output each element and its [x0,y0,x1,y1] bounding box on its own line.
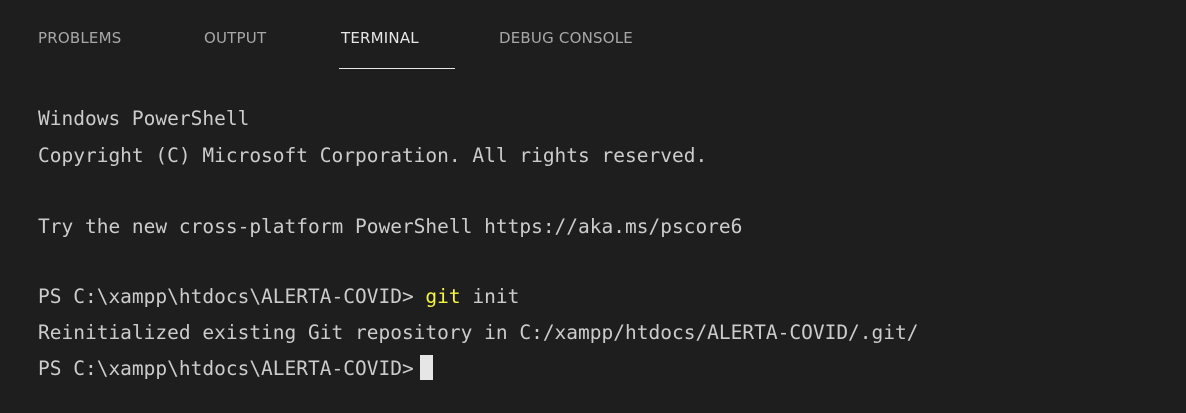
tab-terminal[interactable]: TERMINAL [341,26,419,50]
terminal-command-keyword: git [425,285,461,308]
active-tab-indicator [339,68,455,69]
terminal-prompt-current: PS C:\xampp\htdocs\ALERTA-COVID> [38,357,414,380]
panel-tab-bar: PROBLEMS OUTPUT TERMINAL DEBUG CONSOLE [0,0,1186,78]
terminal-output-line: Reinitialized existing Git repository in… [38,321,919,344]
tab-problems[interactable]: PROBLEMS [38,26,121,50]
terminal-banner-copyright: Copyright (C) Microsoft Corporation. All… [38,144,708,167]
terminal-current-prompt-line: PS C:\xampp\htdocs\ALERTA-COVID> [38,354,433,384]
terminal-banner-pscore: Try the new cross-platform PowerShell ht… [38,215,743,238]
tab-debug-console[interactable]: DEBUG CONSOLE [499,26,633,50]
tab-output[interactable]: OUTPUT [204,26,266,50]
terminal-command-args: init [460,285,520,308]
terminal-cursor [419,355,433,380]
terminal-prompt: PS C:\xampp\htdocs\ALERTA-COVID> [38,285,426,308]
terminal-banner-title: Windows PowerShell [38,107,250,130]
terminal-output[interactable]: Windows PowerShell Copyright (C) Microso… [0,78,1186,413]
terminal-panel: PROBLEMS OUTPUT TERMINAL DEBUG CONSOLE W… [0,0,1186,413]
terminal-command-line: PS C:\xampp\htdocs\ALERTA-COVID> git ini… [38,282,519,312]
